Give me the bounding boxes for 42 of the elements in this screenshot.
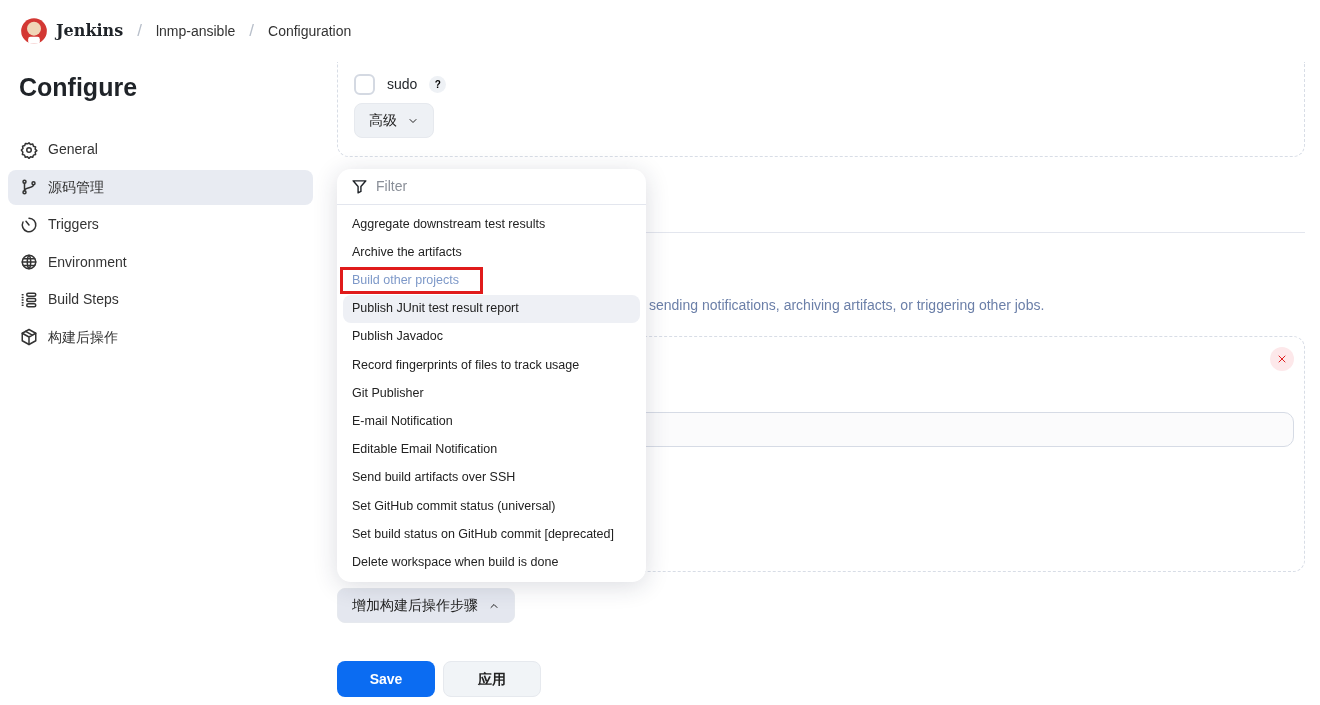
box-icon [20,328,38,346]
advanced-button[interactable]: 高级 [354,103,434,138]
close-button[interactable] [1270,347,1294,371]
add-step-button[interactable]: 增加构建后操作步骤 [337,588,515,623]
help-button[interactable]: ? [429,76,447,93]
sidebar-item[interactable]: General [8,132,313,167]
checkbox-label: sudo [387,75,418,94]
close-icon [1276,353,1288,365]
logo-text[interactable]: Jenkins [56,19,124,43]
menu-item[interactable]: Send build artifacts over SSH [343,463,640,492]
checkbox[interactable] [354,74,375,95]
menu-item[interactable]: Publish Javadoc [343,322,640,351]
page-title: Configure [19,72,139,102]
menu-item[interactable]: Record fingerprints of files to track usage [343,350,640,380]
menu-item[interactable]: Editable Email Notification [343,435,640,464]
sidebar-item[interactable]: Environment [8,244,313,280]
menu-item[interactable]: Set GitHub commit status (universal) [343,491,640,521]
filter-icon [351,178,368,195]
menu-item[interactable]: Git Publisher [343,379,640,408]
breadcrumb-link[interactable]: lnmp-ansible [155,20,236,42]
gear-icon [20,140,38,159]
list-icon [20,290,38,309]
sidebar-item[interactable]: 源码管理 [8,169,313,205]
menu-item[interactable]: Set build status on GitHub commit [deprecated] [343,520,640,549]
breadcrumb-link[interactable]: Configuration [268,20,352,42]
menu-item[interactable]: Archive the artifacts [343,238,640,267]
branch-icon [20,178,38,196]
logo-icon [20,17,48,45]
sidebar-item[interactable]: 构建后操作 [8,319,313,355]
menu-item[interactable]: E-mail Notification [343,407,640,436]
menu-item[interactable]: Delete workspace when build is done [343,548,640,577]
menu-item[interactable]: Aggregate downstream test results [343,210,640,239]
sidebar-item[interactable]: Build Steps [8,282,313,317]
section-description: sending notifications, archiving artifacts, or triggering other jobs. [649,296,1046,315]
timer-icon [20,215,38,234]
save-button[interactable]: Save [337,661,435,697]
breadcrumb-separator: / [249,20,255,43]
breadcrumb-separator: / [137,20,142,43]
apply-button[interactable]: 应用 [443,661,541,697]
menu-item[interactable]: Publish JUnit test result report [343,294,640,323]
globe-icon [20,253,38,271]
sidebar-item[interactable]: Triggers [8,207,313,242]
